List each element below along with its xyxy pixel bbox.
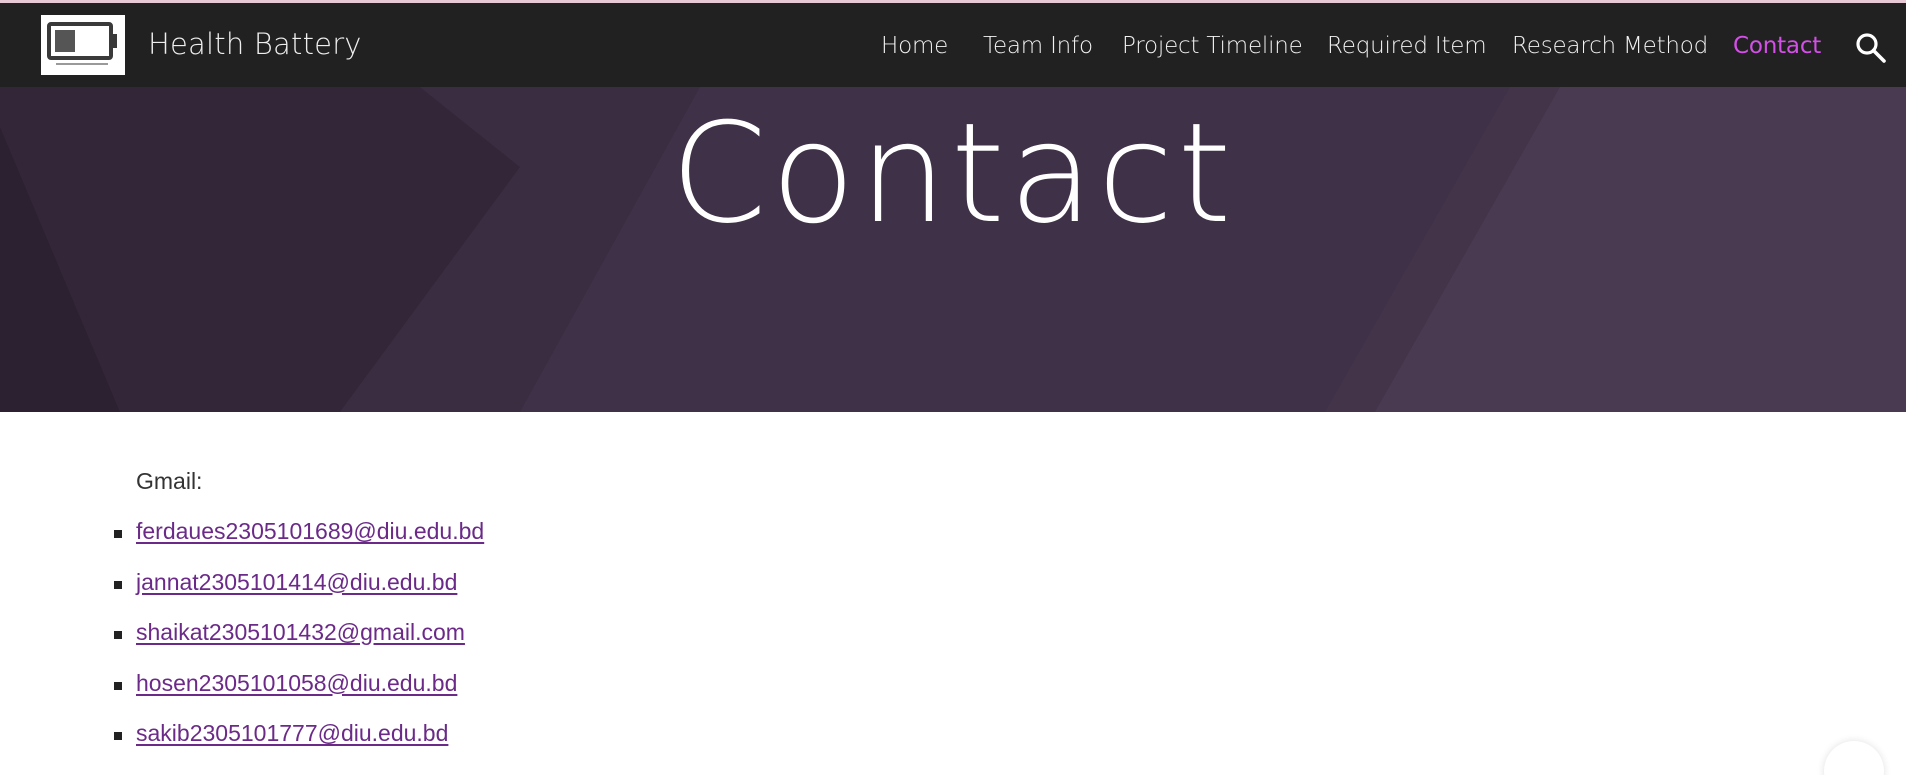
floating-action-button[interactable] — [1824, 741, 1884, 775]
nav-required-item[interactable]: Required Item — [1327, 33, 1487, 59]
search-icon — [1856, 33, 1886, 63]
site-header: Health Battery Home Team Info Project Ti… — [0, 3, 1906, 87]
search-button[interactable] — [1854, 31, 1888, 65]
bullet-icon — [114, 681, 122, 690]
email-link[interactable]: shaikat2305101432@gmail.com — [136, 619, 465, 646]
page-title: Contact — [670, 93, 1236, 254]
email-link[interactable]: ferdaues2305101689@diu.edu.bd — [136, 518, 484, 545]
nav-project-timeline[interactable]: Project Timeline — [1122, 33, 1303, 59]
bullet-icon — [114, 530, 122, 538]
nav-research-method[interactable]: Research Method — [1512, 33, 1708, 59]
main-content: Gmail: ferdaues2305101689@diu.edu.bd jan… — [0, 412, 1906, 775]
email-link[interactable]: hosen2305101058@diu.edu.bd — [136, 670, 457, 697]
bullet-icon — [114, 580, 122, 589]
main-nav: Home Team Info Project Timeline Required… — [0, 33, 1906, 63]
nav-home[interactable]: Home — [881, 33, 948, 59]
bullet-icon — [114, 631, 122, 639]
bullet-icon — [114, 732, 122, 740]
nav-team-info[interactable]: Team Info — [983, 33, 1093, 59]
email-link[interactable]: jannat2305101414@diu.edu.bd — [136, 569, 457, 596]
email-link[interactable]: sakib2305101777@diu.edu.bd — [136, 720, 448, 747]
hero-banner: Contact — [0, 87, 1906, 412]
nav-contact[interactable]: Contact — [1733, 33, 1821, 59]
gmail-label: Gmail: — [136, 468, 203, 494]
